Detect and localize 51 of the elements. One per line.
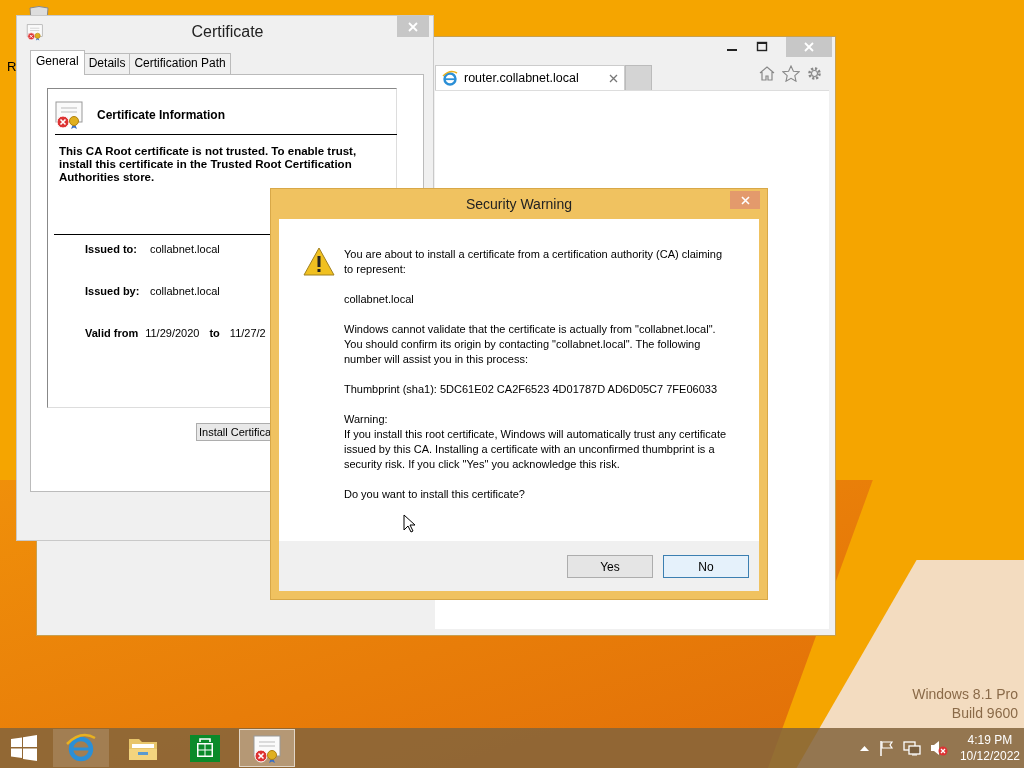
tab[interactable]: Certification Path (129, 53, 231, 74)
tab[interactable]: General (30, 50, 85, 75)
window-title: Certificate (190, 23, 265, 41)
message-text: Windows cannot validate that the certificate is actually from "collabnet.local". You should confirm its origin by contacting "collabnet.local". The following number will assist you in this process: (344, 322, 717, 367)
settings-icon[interactable] (806, 65, 823, 82)
clock-time: 4:19 PM (966, 732, 1014, 748)
field-label: Issued by: (85, 285, 141, 297)
field-label: to (209, 327, 220, 339)
close-icon[interactable] (740, 195, 750, 205)
network-icon[interactable] (902, 740, 921, 756)
field-label: Issued to: (85, 243, 138, 255)
message-text: You are about to install a certificate from a certification authority (CA) claiming to represent: (344, 247, 724, 277)
maximize-icon[interactable] (756, 41, 768, 53)
close-tab-icon[interactable] (609, 73, 618, 83)
browser-tab[interactable]: router.collabnet.local (435, 65, 625, 90)
field-value: collabnet.local (150, 243, 220, 255)
certificate-icon (54, 99, 86, 131)
shopping-bag-icon[interactable] (189, 732, 221, 764)
field-label: Valid from (85, 327, 139, 339)
field-value: collabnet.local (150, 285, 220, 297)
browser-logo-icon (442, 70, 458, 86)
tab-title[interactable]: router.collabnet.local (464, 71, 603, 85)
dialog-button[interactable]: Yes (567, 555, 653, 578)
clock-button[interactable]: 4:19 PM 10/12/2022 (959, 732, 1020, 764)
clock-date: 10/12/2022 (959, 748, 1020, 764)
close-button[interactable] (730, 191, 760, 209)
os-version-text: Windows 8.1 Pro (912, 685, 1018, 704)
star-icon[interactable] (782, 65, 800, 82)
cursor-icon (403, 514, 415, 533)
message-text: collabnet.local (344, 292, 415, 307)
message-text: Thumbprint (sha1): 5DC61E02 CA2F6523 4D01787D AD6D05C7 7FE06033 (344, 382, 718, 397)
trust-message: This CA Root certificate is not trusted. To enable trust, install this certificate in the Trusted Root Certification Authorities store. (58, 144, 358, 184)
field-value: 11/27/2 (229, 327, 266, 339)
chevron-up-icon[interactable] (859, 745, 869, 751)
speaker-muted-icon[interactable] (929, 740, 948, 756)
desktop-icon-label: R (7, 59, 17, 74)
message-text: Warning: (344, 412, 389, 427)
home-icon[interactable] (758, 65, 776, 81)
os-version-text: Build 9600 (950, 704, 1018, 723)
flag-icon[interactable] (877, 740, 894, 756)
dialog-button[interactable]: No (663, 555, 749, 578)
certificate-icon[interactable] (251, 732, 283, 764)
message-text: Do you want to install this certificate? (344, 487, 526, 502)
taskbar-button[interactable] (239, 729, 295, 767)
field-value: 11/29/2020 (145, 327, 200, 339)
certificate-icon (26, 23, 44, 41)
message-text: If you install this root certificate, Windows will automatically trust any certificate issued by this CA. Installing a certificate with an unconfirmed thumbprint is a security risk. If you click "Yes" you acknowledge this risk. (344, 427, 728, 472)
section-heading: Certificate Information (97, 108, 225, 122)
warning-icon (303, 247, 335, 276)
start-icon[interactable] (10, 735, 38, 761)
dialog-title: Security Warning (465, 196, 573, 212)
